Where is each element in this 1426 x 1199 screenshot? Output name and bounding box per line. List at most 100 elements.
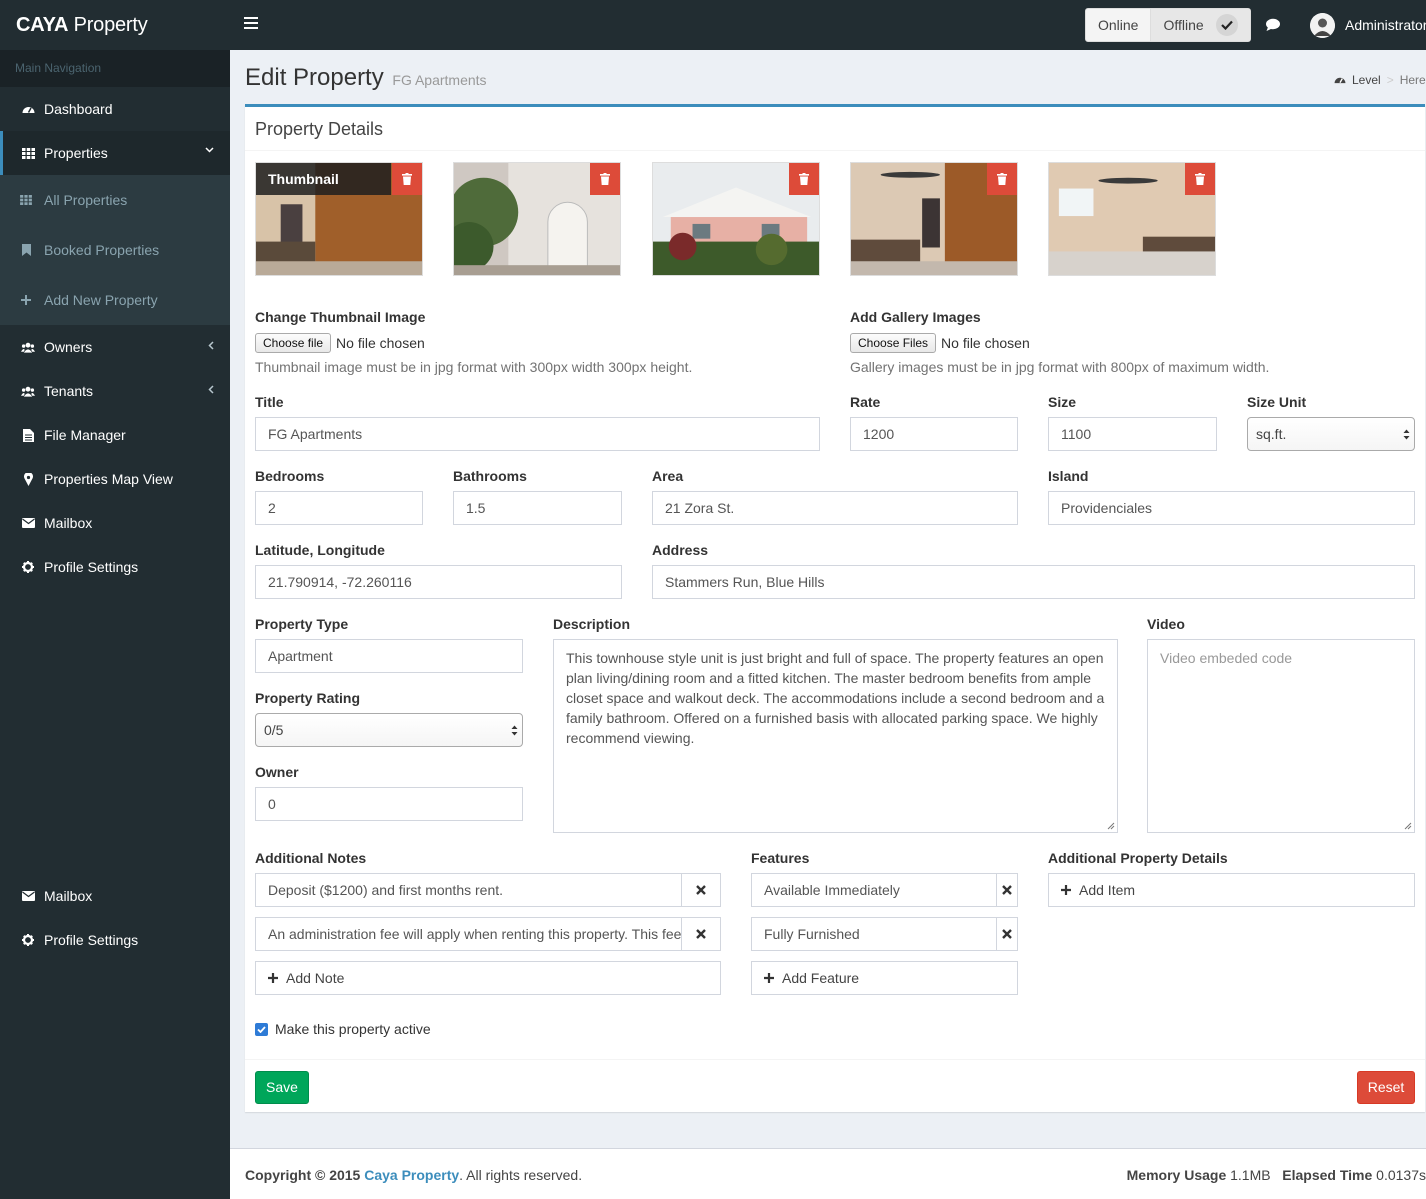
add-feature-label: Add Feature [782, 970, 860, 986]
resize-grip-icon[interactable] [1107, 822, 1115, 830]
address-input[interactable]: Stammers Run, Blue Hills [652, 565, 1415, 599]
user-name[interactable]: Administrator [1345, 17, 1426, 33]
elapsed-value: 0.0137s [1376, 1167, 1426, 1183]
note-input[interactable]: Deposit ($1200) and first months rent. [255, 873, 682, 907]
remove-note-button[interactable] [681, 917, 721, 951]
sidebar-item-mailbox[interactable]: Mailbox [0, 501, 230, 545]
save-button[interactable]: Save [255, 1071, 309, 1104]
bedrooms-input[interactable]: 2 [255, 491, 423, 525]
page-title: Edit Property FG Apartments [245, 64, 487, 91]
sidebar-item-tenants[interactable]: Tenants [0, 369, 230, 413]
file-status: No file chosen [941, 335, 1030, 351]
property-rating-label: Property Rating [255, 690, 361, 706]
chevron-left-icon [208, 385, 214, 394]
video-label: Video [1147, 616, 1185, 632]
add-feature-button[interactable]: Add Feature [751, 961, 1018, 995]
sidebar-item-all-properties[interactable]: All Properties [0, 175, 230, 225]
brand-logo[interactable]: CAYA Property [16, 14, 148, 37]
size-input[interactable]: 1100 [1048, 417, 1217, 451]
sidebar-item-label: Add New Property [44, 292, 158, 308]
plus-icon [20, 295, 32, 305]
sidebar-item-label: File Manager [44, 427, 126, 443]
divider [245, 150, 1425, 151]
video-placeholder: Video embeded code [1160, 650, 1293, 666]
title-input[interactable]: FG Apartments [255, 417, 820, 451]
sidebar-item-label: Properties Map View [44, 471, 173, 487]
features-label: Features [751, 850, 810, 866]
video-textarea[interactable]: Video embeded code [1147, 639, 1415, 833]
sidebar-item-label: Booked Properties [44, 242, 160, 258]
thumbnail-help-text: Thumbnail image must be in jpg format wi… [255, 359, 693, 375]
offline-button[interactable]: Offline [1151, 9, 1250, 41]
island-input[interactable]: Providenciales [1048, 491, 1415, 525]
plus-icon [268, 973, 278, 983]
grid-icon [21, 147, 35, 159]
sidebar-item-label: Properties [44, 145, 108, 161]
sidebar-bottom-mailbox[interactable]: Mailbox [0, 874, 230, 918]
description-textarea[interactable]: This townhouse style unit is just bright… [553, 639, 1118, 833]
chevron-left-icon [208, 341, 214, 350]
sidebar-item-file-manager[interactable]: File Manager [0, 413, 230, 457]
sidebar-item-map-view[interactable]: Properties Map View [0, 457, 230, 501]
rate-label: Rate [850, 394, 881, 410]
brand-link[interactable]: Caya Property [364, 1167, 459, 1183]
gallery-image [453, 162, 621, 276]
add-note-label: Add Note [286, 970, 345, 986]
sidebar-item-dashboard[interactable]: Dashboard [0, 87, 230, 131]
envelope-icon [21, 518, 35, 528]
check-icon [1215, 14, 1238, 36]
sidebar-item-owners[interactable]: Owners [0, 325, 230, 369]
property-type-input[interactable]: Apartment [255, 639, 523, 673]
chat-icon[interactable] [1265, 18, 1281, 32]
size-unit-select[interactable]: sq.ft. [1247, 417, 1415, 451]
sidebar-toggle-icon[interactable] [244, 17, 258, 31]
note-input[interactable]: An administration fee will apply when re… [255, 917, 682, 951]
remove-feature-button[interactable] [996, 873, 1018, 907]
sidebar-item-booked-properties[interactable]: Booked Properties [0, 225, 230, 275]
rate-input[interactable]: 1200 [850, 417, 1018, 451]
choose-files-button[interactable]: Choose Files [850, 333, 937, 353]
delete-image-button[interactable] [789, 163, 819, 195]
delete-image-button[interactable] [590, 163, 620, 195]
dashboard-icon [1334, 77, 1346, 84]
feature-input[interactable]: Fully Furnished [751, 917, 997, 951]
sidebar-item-properties[interactable]: Properties [0, 131, 230, 175]
users-icon [21, 342, 35, 353]
top-navbar: CAYA Property Online Offline Administrat… [0, 0, 1426, 50]
property-details-box: Property Details Thumbnail Change Thumbn… [245, 104, 1425, 1112]
memory-label: Memory Usage [1126, 1167, 1227, 1183]
reset-button[interactable]: Reset [1357, 1071, 1415, 1104]
active-checkbox[interactable] [255, 1023, 268, 1036]
sidebar-bottom-profile-settings[interactable]: Profile Settings [0, 918, 230, 962]
sidebar-item-profile-settings[interactable]: Profile Settings [0, 545, 230, 589]
thumbnail-label: Thumbnail [256, 163, 391, 195]
choose-file-button[interactable]: Choose file [255, 333, 332, 353]
add-note-button[interactable]: Add Note [255, 961, 721, 995]
footer: Copyright © 2015 Caya Property. All righ… [230, 1148, 1426, 1199]
address-label: Address [652, 542, 709, 558]
add-item-button[interactable]: Add Item [1048, 873, 1415, 907]
bathrooms-label: Bathrooms [453, 468, 527, 484]
delete-image-button[interactable] [1185, 163, 1215, 195]
property-rating-select[interactable]: 0/5 [255, 713, 523, 747]
breadcrumb-here: Here [1399, 73, 1426, 87]
resize-grip-icon[interactable] [1404, 822, 1412, 830]
user-avatar[interactable] [1310, 13, 1335, 38]
gallery-file-input: Choose Files No file chosen [850, 333, 1030, 353]
area-input[interactable]: 21 Zora St. [652, 491, 1018, 525]
bathrooms-input[interactable]: 1.5 [453, 491, 622, 525]
feature-input[interactable]: Available Immediately [751, 873, 997, 907]
online-button[interactable]: Online [1086, 9, 1152, 41]
property-type-label: Property Type [255, 616, 349, 632]
sidebar-item-add-new-property[interactable]: Add New Property [0, 275, 230, 325]
remove-feature-button[interactable] [996, 917, 1018, 951]
breadcrumb-level[interactable]: Level [1352, 73, 1381, 87]
sidebar-item-label: Profile Settings [44, 932, 139, 948]
active-checkbox-label[interactable]: Make this property active [275, 1021, 431, 1037]
delete-image-button[interactable] [987, 163, 1017, 195]
remove-note-button[interactable] [681, 873, 721, 907]
sidebar: Main Navigation Dashboard Properties All… [0, 50, 230, 1199]
owner-input[interactable]: 0 [255, 787, 523, 821]
latlng-input[interactable]: 21.790914, -72.260116 [255, 565, 622, 599]
delete-image-button[interactable] [392, 163, 422, 195]
